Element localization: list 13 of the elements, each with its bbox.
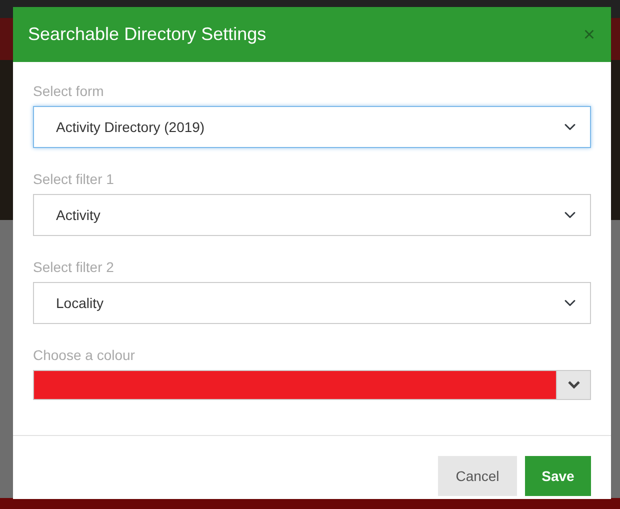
field-label: Choose a colour xyxy=(33,346,136,364)
dropdown-button[interactable] xyxy=(556,371,590,399)
select-field[interactable]: Activity Directory (2019) xyxy=(33,106,591,148)
cancel-button[interactable]: Cancel xyxy=(438,456,517,496)
select-field[interactable]: Locality xyxy=(33,282,591,324)
field-label: Select filter 1 xyxy=(33,170,115,188)
colour-swatch[interactable] xyxy=(34,371,556,399)
save-button[interactable]: Save xyxy=(525,456,591,496)
dialog-title: Searchable Directory Settings xyxy=(28,23,266,46)
field-label: Select filter 2 xyxy=(33,258,115,276)
chevron-icon xyxy=(568,381,580,389)
select-field[interactable]: Activity xyxy=(33,194,591,236)
field-label: Select form xyxy=(33,82,105,100)
